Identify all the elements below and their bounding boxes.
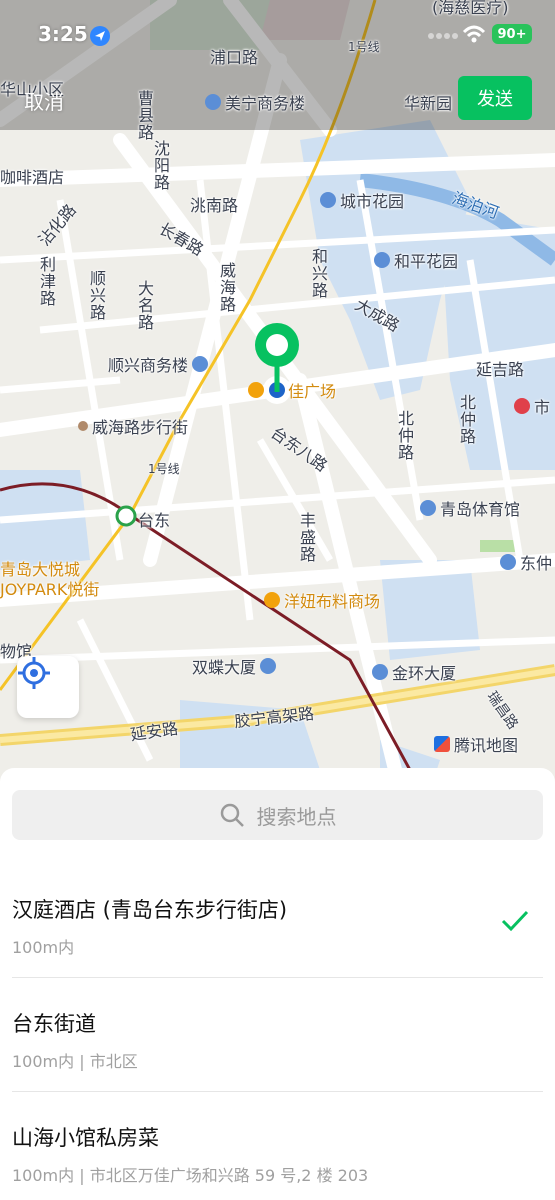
location-picker: 浦口路 1号线 美宁商务楼 华新园 (海慈医疗) 曹县路 沈阳路 洮南路 华山小… [0,0,555,1200]
building-icon [372,664,388,680]
map-label-caoxian: 曹县路 [138,89,155,142]
building-icon [320,192,336,208]
shopping-icon [264,592,280,608]
locate-button[interactable] [17,656,79,718]
map-label-beizhong: 北仲路 [398,409,415,462]
building-icon [420,500,436,516]
poi-meining[interactable]: 美宁商务楼 [205,90,305,114]
map-label-cafe-hotel: 咖啡酒店 [0,168,65,187]
map-label-beizhong-2: 北仲路 [460,393,477,446]
map-label-shunxing-road: 顺兴路 [90,269,107,322]
result-subtitle: 100m内 [12,938,75,957]
poi-heping[interactable]: 和平花园 [374,248,458,272]
send-button[interactable]: 发送 [458,76,532,120]
poi-shunxing-bldg[interactable]: 顺兴商务楼 [108,352,209,376]
map-label-fengsheng: 丰盛路 [300,511,317,564]
building-icon [500,554,516,570]
poi-dongzhong[interactable]: 东仲 [500,550,552,574]
poi-chengshi[interactable]: 城市花园 [320,188,404,212]
station-taidong[interactable]: 台东 [138,507,170,531]
status-time: 3:25 [38,22,88,46]
result-item[interactable]: 山海小馆私房菜 100m内 | 市北区万佳广场和兴路 59 号,2 楼 203 [12,1122,543,1186]
battery-indicator: 90+ [492,24,532,44]
result-title: 台东街道 [12,1012,96,1036]
poi-shi[interactable]: 市 [514,394,550,418]
locate-icon [18,657,50,689]
tencent-map-logo: 腾讯地图 [434,732,518,756]
wifi-icon [462,25,486,43]
location-arrow-icon [90,26,110,46]
map-label-taoman: 洮南路 [190,196,239,215]
poi-shuangdie[interactable]: 双蝶大厦 [192,654,277,678]
poi-dot-icon [78,421,88,431]
result-title: 山海小馆私房菜 [12,1126,159,1150]
map-label-shenyang: 沈阳路 [154,139,171,192]
building-icon [374,252,390,268]
map-label-weihai-road: 威海路 [220,261,237,314]
divider [12,977,543,978]
map-label-huaxin: 华新园 [404,94,453,113]
search-input[interactable]: 搜索地点 [12,790,543,840]
shopping-icon [248,382,264,398]
result-title: 汉庭酒店 (青岛台东步行街店) [12,898,288,922]
cancel-button[interactable]: 取消 [24,86,64,115]
poi-jiajia[interactable]: 佳广场 [248,378,336,402]
map-label-yanji: 延吉路 [476,360,525,379]
poi-yangniu[interactable]: 洋妞布料商场 [264,588,380,612]
hospital-icon [514,398,530,414]
result-subtitle: 100m内 | 市北区万佳广场和兴路 59 号,2 楼 203 [12,1166,369,1185]
result-item[interactable]: 台东街道 100m内 | 市北区 [12,1008,543,1072]
result-item[interactable]: 汉庭酒店 (青岛台东步行街店) 100m内 [12,894,543,958]
result-subtitle: 100m内 | 市北区 [12,1052,138,1071]
building-icon [192,356,209,372]
map-label-metro-2: 1号线 [148,462,180,476]
building-icon [205,94,221,110]
map-label-lijin: 利津路 [40,255,57,308]
poi-qingdao-gym[interactable]: 青岛体育馆 [420,496,520,520]
search-icon [220,803,244,827]
building-icon [260,658,277,674]
signal-icon [428,33,458,39]
poi-joypark[interactable]: JOYPARK悦街 [0,576,99,600]
status-bar: 3:25 90+ [0,0,555,70]
map-label-daming: 大名路 [138,279,155,332]
divider [12,1091,543,1092]
map-label-hexing: 和兴路 [312,247,329,300]
map-view[interactable]: 浦口路 1号线 美宁商务楼 华新园 (海慈医疗) 曹县路 沈阳路 洮南路 华山小… [0,0,555,790]
search-placeholder: 搜索地点 [256,804,337,829]
poi-weihai-walk[interactable]: 威海路步行街 [78,414,188,438]
poi-jinhuan[interactable]: 金环大厦 [372,660,456,684]
check-icon [501,910,529,932]
tencent-map-icon [434,736,450,752]
